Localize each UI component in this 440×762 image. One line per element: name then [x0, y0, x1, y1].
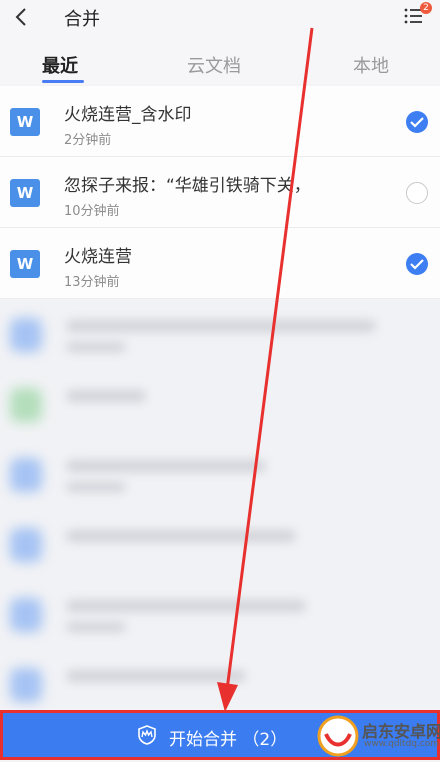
- word-doc-icon: W: [10, 179, 40, 207]
- tab-recent[interactable]: 最近: [42, 52, 78, 78]
- site-watermark: 启东安卓网 www.qdltdq.com: [316, 714, 440, 758]
- tab-cloud-docs[interactable]: 云文档: [187, 52, 241, 78]
- blurred-row: [0, 510, 440, 580]
- blurred-text: [66, 482, 126, 492]
- blurred-row: [0, 580, 440, 650]
- notification-badge: 2: [420, 2, 432, 14]
- file-row[interactable]: W 忽探子来报：“华雄引铁骑下关， 10分钟前: [0, 157, 440, 228]
- blurred-row: [0, 300, 440, 370]
- blurred-text: [66, 460, 266, 472]
- checkbox-checked[interactable]: [406, 253, 428, 275]
- crown-shield-icon: [138, 725, 156, 745]
- active-tab-indicator: [42, 80, 84, 83]
- top-bar: 合并 2: [0, 0, 440, 34]
- blurred-doc-icon: [10, 318, 42, 352]
- file-time: 13分钟前: [64, 275, 120, 290]
- checkbox-unchecked[interactable]: [406, 182, 428, 204]
- watermark-logo-icon: [317, 715, 359, 757]
- back-icon[interactable]: [12, 6, 30, 28]
- file-time: 10分钟前: [64, 204, 120, 219]
- blurred-row: [0, 370, 440, 440]
- file-row[interactable]: W 火烧连营 13分钟前: [0, 228, 440, 299]
- tab-bar: 最近 云文档 本地: [0, 34, 440, 84]
- blurred-text: [66, 622, 126, 632]
- file-list: W 火烧连营_含水印 2分钟前 W 忽探子来报：“华雄引铁骑下关， 10分钟前 …: [0, 86, 440, 299]
- blurred-doc-icon: [10, 388, 42, 422]
- file-row[interactable]: W 火烧连营_含水印 2分钟前: [0, 86, 440, 157]
- blurred-text: [66, 390, 146, 402]
- page-title: 合并: [64, 9, 100, 30]
- checkbox-checked[interactable]: [406, 111, 428, 133]
- tab-local[interactable]: 本地: [353, 52, 389, 78]
- word-doc-icon: W: [10, 108, 40, 136]
- blurred-doc-icon: [10, 668, 42, 702]
- word-doc-icon: W: [10, 250, 40, 278]
- blurred-text: [66, 530, 296, 542]
- start-merge-label: 开始合并 （2）: [169, 730, 288, 750]
- file-time: 2分钟前: [64, 133, 112, 148]
- blurred-doc-icon: [10, 528, 42, 562]
- blurred-text: [66, 600, 306, 612]
- file-title: 火烧连营: [64, 247, 132, 267]
- file-title: 火烧连营_含水印: [64, 105, 192, 125]
- blurred-text: [66, 670, 246, 682]
- watermark-url: www.qdltdq.com: [364, 739, 440, 749]
- blurred-row: [0, 440, 440, 510]
- blurred-doc-icon: [10, 458, 42, 492]
- blurred-file-list: [0, 300, 440, 708]
- blurred-text: [66, 320, 376, 332]
- blurred-doc-icon: [10, 598, 42, 632]
- blurred-text: [66, 342, 126, 352]
- file-title: 忽探子来报：“华雄引铁骑下关，: [64, 176, 311, 196]
